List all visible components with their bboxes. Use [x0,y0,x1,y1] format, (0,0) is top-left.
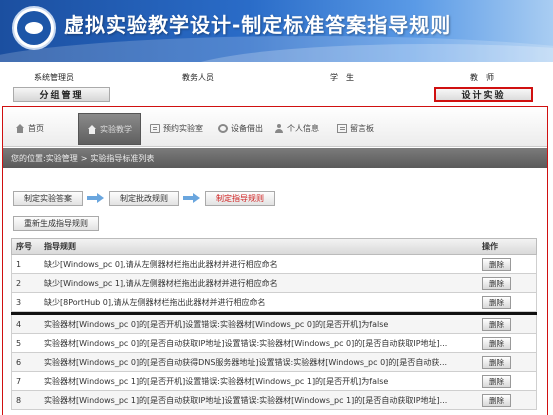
role-admin[interactable]: 系统管理员 [34,72,74,83]
delete-button[interactable]: 删除 [482,295,511,309]
delete-button[interactable]: 删除 [482,336,511,350]
regenerate-rules-button[interactable]: 重新生成指导规则 [13,216,99,231]
step-flow: 制定实验答案 制定批改规则 制定指导规则 [13,189,275,207]
home-icon [87,124,97,134]
arrow-right-icon [87,193,105,203]
row-rule-text: 实验器材[Windows_pc 0]的[是否自动获取IP地址]设置错误:实验器材… [44,338,448,348]
delete-button[interactable]: 删除 [482,276,511,290]
nav-experiment-teaching[interactable]: 实验教学 [78,113,141,145]
row-index: 5 [16,338,22,348]
delete-button[interactable]: 删除 [482,393,511,407]
nav-label: 预约实验室 [163,123,203,133]
nav-label: 留言板 [350,123,374,133]
row-action-cell: 删除 [478,336,536,350]
row-action-cell: 删除 [478,295,536,309]
university-logo [12,6,56,50]
role-teacher[interactable]: 教 师 [470,72,494,83]
doc-icon [337,123,347,133]
breadcrumb-parent[interactable]: 实验管理 [46,153,78,164]
page-title: 虚拟实验教学设计-制定标准答案指导规则 [64,13,452,37]
table-row: 1 缺少[Windows_pc 0],请从左侧器材栏拖出此器材并进行相应命名 删除 [11,255,537,274]
nav-label: 设备借出 [231,123,263,133]
user-icon [274,123,284,133]
row-rule-text: 缺少[Windows_pc 0],请从左侧器材栏拖出此器材并进行相应命名 [44,259,278,269]
table-row: 5 实验器材[Windows_pc 0]的[是否自动获取IP地址]设置错误:实验器… [11,334,537,353]
role-academic-staff[interactable]: 教务人员 [182,72,214,83]
design-experiment-button[interactable]: 设计实验 [434,87,533,102]
home-icon [15,123,25,133]
table-row: 6 实验器材[Windows_pc 0]的[是否自动获得DNS服务器地址]设置错误… [11,353,537,372]
breadcrumb: 您的位置: 实验管理 > 实验指导标准列表 [3,148,547,168]
delete-button[interactable]: 删除 [482,317,511,331]
row-index: 7 [16,376,22,386]
row-rule-text: 实验器材[Windows_pc 1]的[是否开机]设置错误:实验器材[Windo… [44,376,389,386]
table-row: 4 实验器材[Windows_pc 0]的[是否开机]设置错误:实验器材[Wind… [11,315,537,334]
nav-label: 个人信息 [287,123,319,133]
table-row: 8 实验器材[Windows_pc 1]的[是否自动获取IP地址]设置错误:实验器… [11,391,537,410]
row-action-cell: 删除 [478,257,536,271]
breadcrumb-prefix: 您的位置: [11,153,46,163]
row-action-cell: 删除 [478,374,536,388]
row-action-cell: 删除 [478,317,536,331]
table-row: 2 缺少[Windows_pc 1],请从左侧器材栏拖出此器材并进行相应命名 删除 [11,274,537,293]
nav-label: 实验教学 [100,124,132,134]
role-student[interactable]: 学 生 [330,72,354,83]
row-action-cell: 删除 [478,355,536,369]
box-icon [150,123,160,133]
row-rule-text: 缺少[Windows_pc 1],请从左侧器材栏拖出此器材并进行相应命名 [44,278,278,288]
main-frame: 首页 实验教学 预约实验室 设备借出 个人信息 留言板 您的位置: 实验管理 >… [2,106,548,415]
row-rule-text: 实验器材[Windows_pc 0]的[是否自动获得DNS服务器地址]设置错误:… [44,357,448,367]
column-header-action: 操作 [482,242,498,251]
delete-button[interactable]: 删除 [482,374,511,388]
nav-equipment-loan[interactable]: 设备借出 [218,121,263,135]
role-bar: 系统管理员 教务人员 学 生 教 师 分组管理 设计实验 [0,70,553,106]
nav-home[interactable]: 首页 [15,121,44,135]
gear-icon [218,123,228,133]
step-set-guidance-rules[interactable]: 制定指导规则 [205,190,275,206]
row-action-cell: 删除 [478,276,536,290]
step-set-grading-rules[interactable]: 制定批改规则 [109,190,179,206]
delete-button[interactable]: 删除 [482,257,511,271]
row-index: 1 [16,259,22,269]
delete-button[interactable]: 删除 [482,355,511,369]
row-rule-text: 实验器材[Windows_pc 1]的[是否自动获取IP地址]设置错误:实验器材… [44,395,448,405]
table-row: 3 缺少[8PortHub 0],请从左侧器材栏拖出此器材并进行相应命名 删除 [11,293,537,312]
nav-reserve-lab[interactable]: 预约实验室 [150,121,203,135]
row-index: 6 [16,357,22,367]
breadcrumb-current: 实验指导标准列表 [90,153,155,163]
breadcrumb-separator: > [80,153,88,163]
column-header-index: 序号 [16,242,32,251]
row-action-cell: 删除 [478,393,536,407]
row-index: 8 [16,395,22,405]
group-management-button[interactable]: 分组管理 [13,87,110,102]
table-row: 7 实验器材[Windows_pc 1]的[是否开机]设置错误:实验器材[Wind… [11,372,537,391]
main-nav: 首页 实验教学 预约实验室 设备借出 个人信息 留言板 [3,107,547,147]
row-index: 2 [16,278,22,288]
arrow-right-icon [183,193,201,203]
guidance-rules-table: 序号 指导规则 操作 1 缺少[Windows_pc 0],请从左侧器材栏拖出此器… [11,238,537,410]
nav-personal-info[interactable]: 个人信息 [274,121,319,135]
column-header-rule: 指导规则 [44,242,76,251]
nav-message-board[interactable]: 留言板 [337,121,374,135]
step-set-answer[interactable]: 制定实验答案 [13,190,83,206]
row-index: 4 [16,319,22,329]
table-header: 序号 指导规则 操作 [11,238,537,255]
header-banner: 虚拟实验教学设计-制定标准答案指导规则 [0,0,553,62]
nav-label: 首页 [28,123,44,133]
row-rule-text: 缺少[8PortHub 0],请从左侧器材栏拖出此器材并进行相应命名 [44,297,266,307]
row-rule-text: 实验器材[Windows_pc 0]的[是否开机]设置错误:实验器材[Windo… [44,319,389,329]
row-index: 3 [16,297,22,307]
